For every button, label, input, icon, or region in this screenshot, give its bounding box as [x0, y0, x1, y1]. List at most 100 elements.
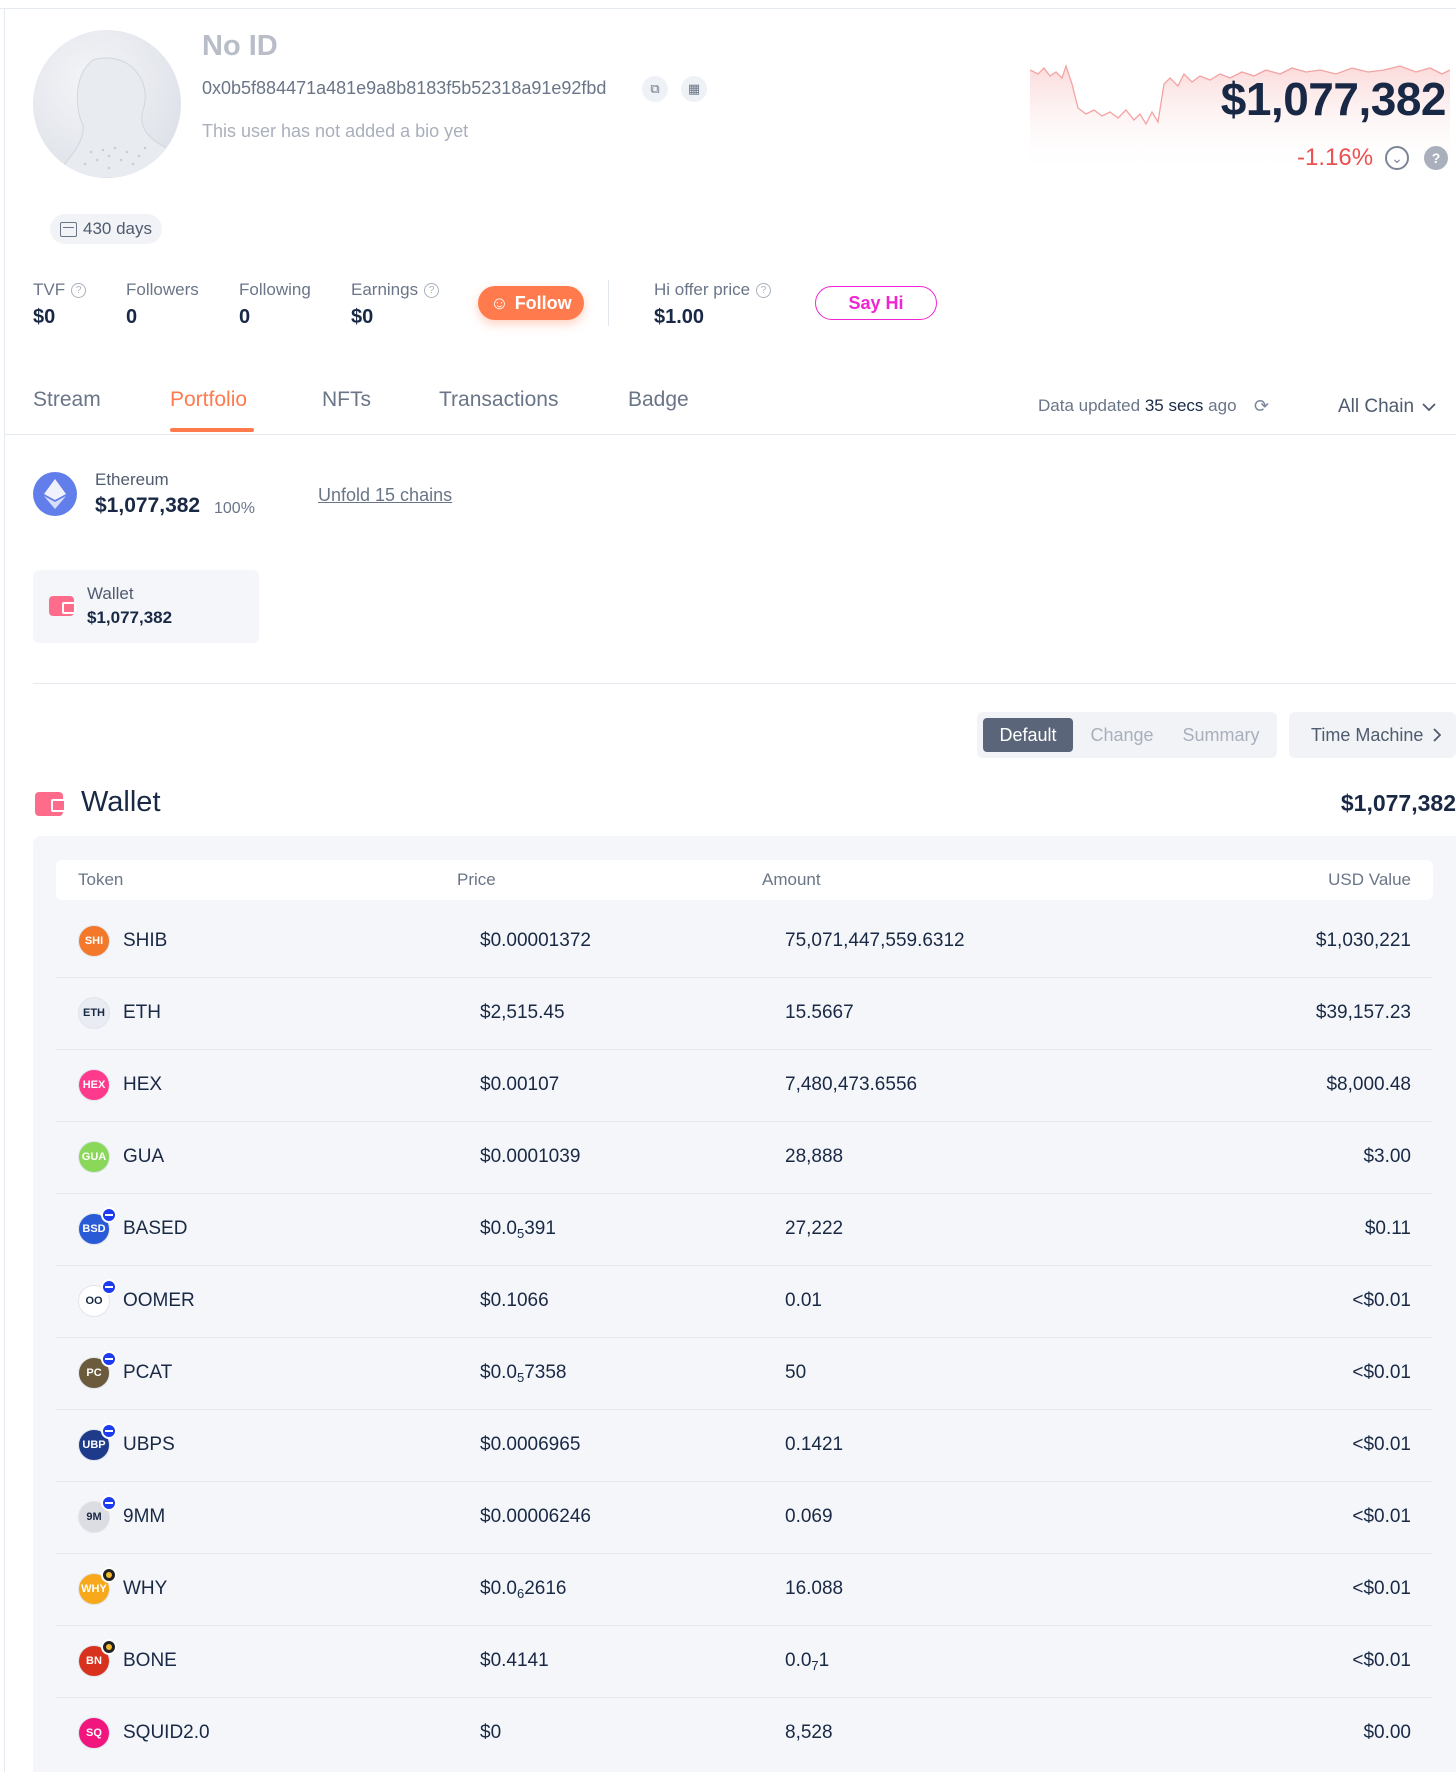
data-updated-time: 35 secs	[1144, 396, 1204, 415]
view-summary-button[interactable]: Summary	[1171, 718, 1271, 752]
tab-nfts[interactable]: NFTs	[322, 388, 371, 412]
token-usd-value: $0.00	[1363, 1722, 1411, 1743]
token-usd-value: <$0.01	[1352, 1434, 1411, 1455]
table-row[interactable]: SQ SQUID2.0 $0 8,528 $0.00	[56, 1698, 1433, 1770]
table-row[interactable]: 9M 9MM $0.00006246 0.069 <$0.01	[56, 1482, 1433, 1554]
header-price[interactable]: Price	[457, 870, 496, 890]
ethereum-icon	[33, 472, 77, 516]
net-worth-change: -1.16%	[1297, 144, 1374, 171]
table-row[interactable]: PC PCAT $0.057358 50 <$0.01	[56, 1338, 1433, 1410]
say-hi-button[interactable]: Say Hi	[815, 286, 937, 320]
token-badge-icon	[101, 1351, 117, 1367]
tab-transactions[interactable]: Transactions	[439, 388, 558, 412]
token-symbol[interactable]: GUA	[123, 1146, 164, 1168]
token-badge-icon	[101, 1423, 117, 1439]
follow-button[interactable]: ☺ Follow	[478, 286, 584, 320]
data-updated-prefix: Data updated	[1038, 396, 1141, 415]
wallet-address: 0x0b5f884471a481e9a8b8183f5b52318a91e92f…	[202, 78, 607, 98]
chain-filter-dropdown[interactable]: All Chain	[1338, 396, 1436, 418]
stat-hi-offer-value: $1.00	[654, 306, 705, 328]
chevron-down-icon[interactable]: ⌄	[1385, 146, 1409, 170]
chain-value: $1,077,382	[95, 494, 201, 517]
table-row[interactable]: GUA GUA $0.0001039 28,888 $3.00	[56, 1122, 1433, 1194]
token-amount: 0.071	[785, 1650, 830, 1673]
tab-portfolio[interactable]: Portfolio	[170, 388, 247, 412]
token-symbol[interactable]: OOMER	[123, 1290, 195, 1312]
stat-tvf-label: TVF	[33, 280, 66, 299]
token-price: $0.00001372	[480, 930, 591, 951]
stat-hi-offer-label: Hi offer price	[654, 280, 751, 299]
help-icon[interactable]: ?	[71, 282, 87, 298]
token-amount: 8,528	[785, 1722, 833, 1743]
token-usd-value: $1,030,221	[1315, 930, 1411, 951]
table-row[interactable]: ETH ETH $2,515.45 15.5667 $39,157.23	[56, 978, 1433, 1050]
stat-followers-label: Followers	[126, 280, 199, 299]
section-divider	[33, 683, 1456, 684]
help-icon[interactable]: ?	[424, 282, 440, 298]
token-symbol[interactable]: PCAT	[123, 1362, 172, 1384]
table-row[interactable]: UBP UBPS $0.0006965 0.1421 <$0.01	[56, 1410, 1433, 1482]
token-amount: 75,071,447,559.6312	[785, 930, 965, 951]
top-border	[0, 8, 1456, 9]
token-amount: 0.1421	[785, 1434, 844, 1455]
time-machine-label: Time Machine	[1311, 724, 1424, 745]
token-symbol[interactable]: ETH	[123, 1002, 161, 1024]
qrcode-icon[interactable]: ▦	[681, 76, 707, 102]
tab-badge[interactable]: Badge	[628, 388, 689, 412]
token-symbol[interactable]: BONE	[123, 1650, 177, 1672]
header-usd-value[interactable]: USD Value	[1328, 870, 1411, 890]
unfold-chains-link[interactable]: Unfold 15 chains	[318, 485, 452, 506]
token-icon: GUA	[78, 1141, 110, 1173]
view-change-button[interactable]: Change	[1077, 718, 1167, 752]
token-usd-value: $39,157.23	[1315, 1002, 1411, 1023]
token-amount: 0.069	[785, 1506, 833, 1527]
copy-icon[interactable]: ⧉	[642, 76, 668, 102]
table-row[interactable]: OO OOMER $0.1066 0.01 <$0.01	[56, 1266, 1433, 1338]
chevron-right-icon	[1433, 728, 1442, 742]
wallet-card-value: $1,077,382	[87, 608, 173, 627]
chain-name: Ethereum	[95, 470, 169, 489]
help-icon[interactable]: ?	[756, 282, 772, 298]
token-symbol[interactable]: SHIB	[123, 930, 167, 952]
stat-followers-value: 0	[126, 306, 138, 328]
wallet-protocol-card[interactable]: Wallet $1,077,382	[33, 570, 259, 643]
token-usd-value: <$0.01	[1352, 1290, 1411, 1311]
token-amount: 7,480,473.6556	[785, 1074, 918, 1095]
token-price: $0.0001039	[480, 1146, 581, 1167]
token-price: $0.05391	[480, 1218, 556, 1241]
token-price: $0.062616	[480, 1578, 567, 1601]
stat-tvf: TVF? $0	[33, 280, 87, 329]
table-row[interactable]: HEX HEX $0.00107 7,480,473.6556 $8,000.48	[56, 1050, 1433, 1122]
token-badge-icon	[101, 1207, 117, 1223]
token-symbol[interactable]: 9MM	[123, 1506, 165, 1528]
header-token: Token	[78, 870, 124, 889]
token-symbol[interactable]: WHY	[123, 1578, 167, 1600]
chain-percent: 100%	[214, 500, 255, 517]
time-machine-button[interactable]: Time Machine	[1289, 712, 1456, 758]
token-symbol[interactable]: HEX	[123, 1074, 162, 1096]
stat-followers[interactable]: Followers 0	[126, 280, 199, 329]
view-default-button[interactable]: Default	[983, 718, 1073, 752]
refresh-icon[interactable]: ⟳	[1254, 396, 1274, 416]
tab-stream[interactable]: Stream	[33, 388, 101, 412]
token-usd-value: <$0.01	[1352, 1362, 1411, 1383]
wallet-icon	[35, 792, 66, 816]
token-amount: 16.088	[785, 1578, 844, 1599]
table-row[interactable]: WHY WHY $0.062616 16.088 <$0.01	[56, 1554, 1433, 1626]
token-symbol[interactable]: UBPS	[123, 1434, 175, 1456]
table-row[interactable]: BN BONE $0.4141 0.071 <$0.01	[56, 1626, 1433, 1698]
table-row[interactable]: BSD BASED $0.05391 27,222 $0.11	[56, 1194, 1433, 1266]
token-price: $0.057358	[480, 1362, 567, 1385]
token-icon: SHI	[78, 925, 110, 957]
token-symbol[interactable]: BASED	[123, 1218, 187, 1240]
stat-following[interactable]: Following 0	[239, 280, 311, 329]
token-symbol[interactable]: SQUID2.0	[123, 1722, 210, 1744]
account-age-text: 430 days	[83, 219, 152, 238]
help-icon[interactable]: ?	[1424, 146, 1448, 170]
user-plus-icon: ☺	[490, 292, 509, 313]
tabs-divider	[5, 434, 1456, 435]
token-amount: 27,222	[785, 1218, 844, 1239]
table-row[interactable]: SHI SHIB $0.00001372 75,071,447,559.6312 $1,…	[56, 906, 1433, 978]
header-amount[interactable]: Amount	[762, 870, 821, 890]
follow-button-label: Follow	[514, 292, 572, 313]
